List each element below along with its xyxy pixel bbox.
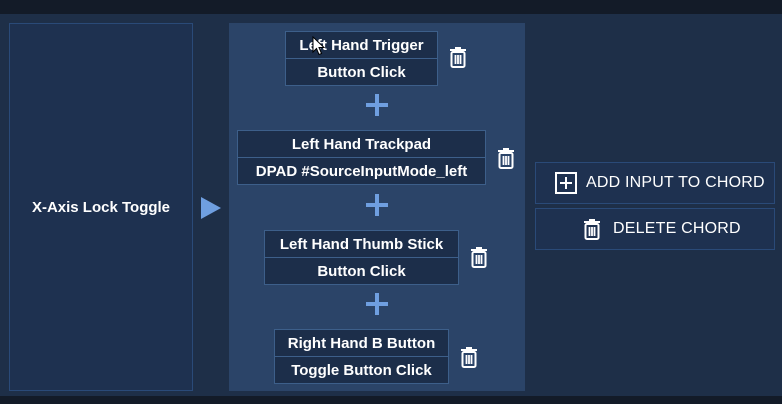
input-source: Left Hand Trackpad [291,135,432,153]
arrow-right-icon [201,197,221,219]
chord-input-card[interactable]: Right Hand B Button Toggle Button Click [274,329,449,384]
trash-icon [584,219,600,240]
mouse-cursor-icon [312,36,326,56]
input-mode: Toggle Button Click [275,356,448,383]
top-bar [0,0,782,14]
chord-input-card[interactable]: Left Hand Thumb Stick Button Click [264,230,459,285]
input-source: Left Hand Thumb Stick [279,235,444,253]
plus-square-icon [555,172,577,194]
input-mode: Button Click [265,257,458,284]
input-mode: Button Click [286,58,437,85]
delete-chord-button[interactable]: DELETE CHORD [535,208,775,250]
input-source: Right Hand B Button [287,334,436,352]
trash-icon[interactable] [496,146,516,170]
bottom-bar [0,396,782,404]
trash-icon[interactable] [469,245,489,269]
chord-input-card[interactable]: Left Hand Trackpad DPAD #SourceInputMode… [237,130,486,185]
action-box[interactable]: X-Axis Lock Toggle [9,23,193,391]
trash-icon[interactable] [459,345,479,369]
input-source: Left Hand Trigger [299,36,424,54]
chord-input-card[interactable]: Left Hand Trigger Button Click [285,31,438,86]
plus-icon [366,293,388,315]
plus-icon [366,194,388,216]
delete-chord-label: DELETE CHORD [613,220,741,237]
add-input-label: ADD INPUT TO CHORD [586,174,765,191]
trash-icon[interactable] [448,45,468,69]
input-mode: DPAD #SourceInputMode_left [238,157,485,184]
plus-icon [366,94,388,116]
action-label: X-Axis Lock Toggle [31,198,171,216]
add-input-to-chord-button[interactable]: ADD INPUT TO CHORD [535,162,775,204]
